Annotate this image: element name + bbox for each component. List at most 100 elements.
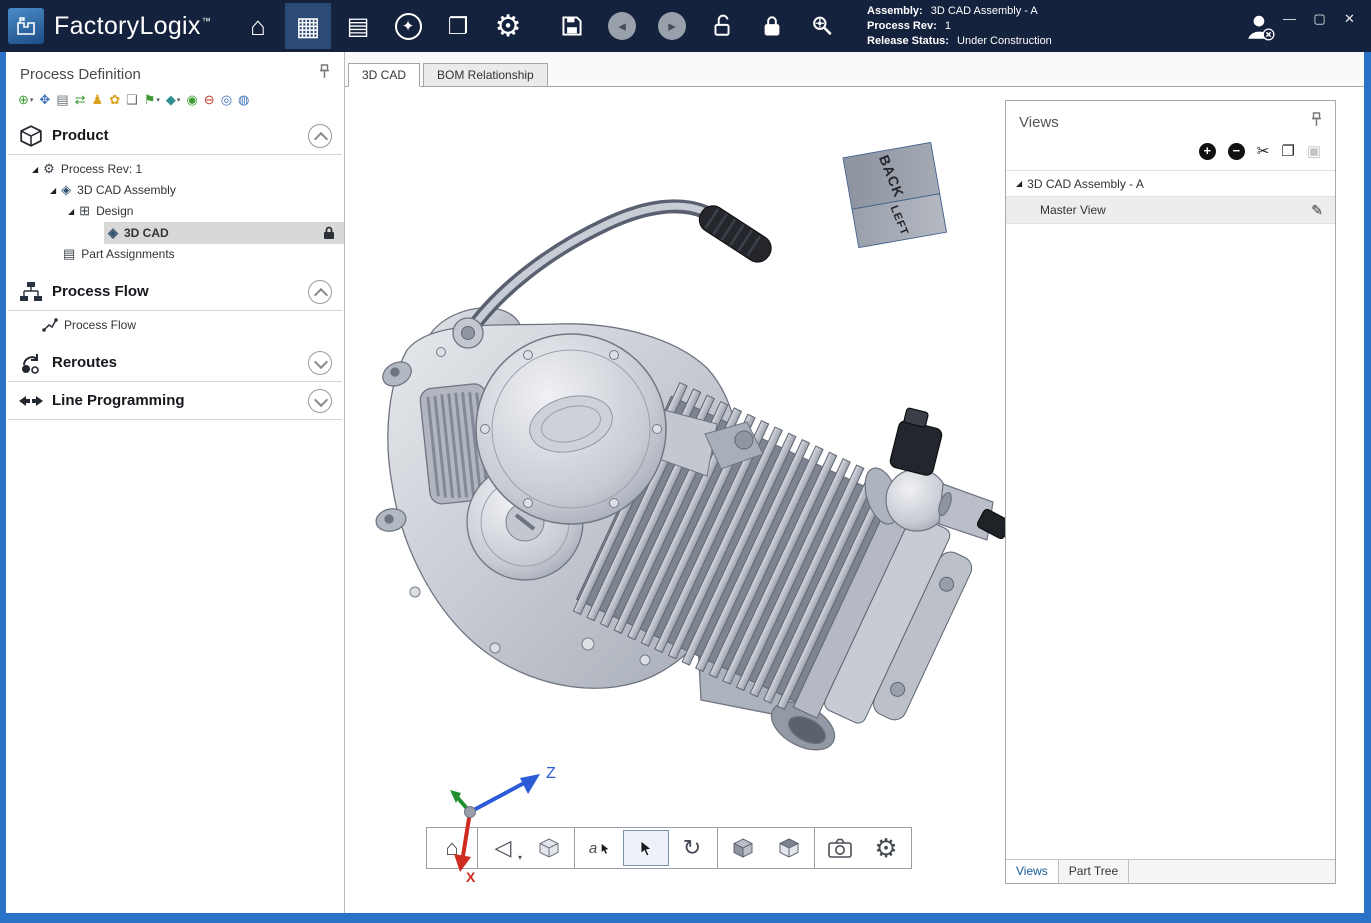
view-direction-button[interactable]: ◁ bbox=[480, 830, 526, 866]
tree-item-label: Process Rev: 1 bbox=[61, 162, 142, 176]
orientation-cube[interactable]: BACK LEFT bbox=[842, 142, 947, 251]
engine-clutch-cover bbox=[476, 334, 666, 524]
views-root-label: 3D CAD Assembly - A bbox=[1027, 177, 1144, 191]
status-button[interactable]: ◎ bbox=[221, 92, 232, 108]
viewer-settings-button[interactable]: ⚙ bbox=[863, 830, 909, 866]
expander-icon[interactable]: ◢ bbox=[50, 186, 56, 195]
tree-item-3d-cad[interactable]: ◈ 3D CAD bbox=[104, 222, 344, 244]
tab-3d-cad[interactable]: 3D CAD bbox=[348, 63, 420, 87]
tree-item-part-assignments[interactable]: ▤ Part Assignments bbox=[6, 244, 344, 265]
section-process-flow[interactable]: Process Flow bbox=[6, 273, 344, 310]
audit-search-button[interactable] bbox=[799, 3, 845, 49]
process-definition-button[interactable]: ▦ bbox=[285, 3, 331, 49]
home-button[interactable]: ⌂ bbox=[235, 3, 281, 49]
lock-button[interactable] bbox=[749, 3, 795, 49]
product-cube-icon bbox=[18, 124, 44, 148]
navigation-button[interactable]: ✦ bbox=[385, 3, 431, 49]
print-button[interactable]: ▤ bbox=[56, 92, 68, 108]
publish-button[interactable]: ◉ bbox=[186, 92, 197, 108]
minimize-button[interactable]: — bbox=[1282, 11, 1297, 27]
part-assignments-icon: ▤ bbox=[63, 246, 75, 262]
section-line-programming[interactable]: Line Programming bbox=[6, 382, 344, 419]
expander-icon[interactable]: ◢ bbox=[68, 207, 74, 216]
flow-icon bbox=[42, 317, 58, 333]
copy-documents-button[interactable]: ❐ bbox=[435, 3, 481, 49]
viewport-toolbar: ⌂ ◁ a ↻ bbox=[427, 827, 912, 869]
annotate-select-button[interactable]: a bbox=[577, 830, 623, 866]
release-status-label: Release Status: bbox=[867, 35, 949, 47]
tree-item-process-rev[interactable]: ◢ ⚙ Process Rev: 1 bbox=[6, 159, 344, 180]
save-button[interactable] bbox=[549, 3, 595, 49]
master-view-label: Master View bbox=[1040, 203, 1106, 217]
component-button[interactable]: ❑ bbox=[126, 92, 138, 108]
section-view-button[interactable] bbox=[766, 830, 812, 866]
expander-icon[interactable]: ◢ bbox=[32, 165, 38, 174]
lock-icon bbox=[323, 226, 335, 240]
collapse-process-flow-button[interactable] bbox=[308, 280, 332, 304]
section-product[interactable]: Product bbox=[6, 117, 344, 154]
model-button[interactable]: ◆ bbox=[166, 92, 181, 109]
close-button[interactable]: ✕ bbox=[1342, 11, 1357, 27]
paste-view-button[interactable]: ▣ bbox=[1307, 142, 1321, 160]
cut-view-button[interactable]: ✂ bbox=[1257, 142, 1270, 160]
design-icon: ⊞ bbox=[79, 203, 90, 219]
link-button[interactable]: ✥ bbox=[39, 92, 50, 108]
remove-view-button[interactable]: − bbox=[1228, 143, 1245, 160]
section-reroutes[interactable]: Reroutes bbox=[6, 344, 344, 381]
views-tree-root[interactable]: ◢ 3D CAD Assembly - A bbox=[1006, 170, 1335, 197]
tree-item-design[interactable]: ◢ ⊞ Design bbox=[6, 201, 344, 222]
flag-button[interactable]: ⚑ bbox=[144, 92, 160, 109]
tab-views[interactable]: Views bbox=[1006, 860, 1059, 883]
sync-button[interactable]: ⇄ bbox=[75, 92, 86, 108]
add-view-button[interactable]: + bbox=[1199, 143, 1216, 160]
tree-item-label: 3D CAD Assembly bbox=[77, 183, 176, 197]
remove-button[interactable]: ⊖ bbox=[204, 92, 215, 108]
magnifier-gear-icon bbox=[810, 14, 834, 38]
history-button[interactable]: ◍ bbox=[238, 92, 249, 108]
forward-button[interactable]: ▸ bbox=[649, 3, 695, 49]
work-instructions-button[interactable]: ▤ bbox=[335, 3, 381, 49]
template-button[interactable]: ✿ bbox=[109, 92, 120, 108]
view-home-button[interactable]: ⌂ bbox=[429, 830, 475, 866]
toolbar-group-model bbox=[717, 827, 815, 869]
orbit-tool-button[interactable]: ↻ bbox=[669, 830, 715, 866]
pin-icon[interactable] bbox=[319, 64, 330, 84]
toolbar-group-display: ◁ bbox=[477, 827, 575, 869]
unlock-button[interactable] bbox=[699, 3, 745, 49]
pin-icon[interactable] bbox=[1311, 112, 1322, 132]
operator-button[interactable]: ♟ bbox=[92, 92, 104, 108]
maximize-button[interactable]: ▢ bbox=[1312, 11, 1327, 27]
section-line-programming-label: Line Programming bbox=[52, 392, 185, 409]
expand-line-programming-button[interactable] bbox=[308, 389, 332, 413]
line-programming-icon bbox=[18, 392, 44, 410]
tree-item-3d-cad-assembly[interactable]: ◢ ◈ 3D CAD Assembly bbox=[6, 180, 344, 201]
tab-bom-relationship[interactable]: BOM Relationship bbox=[423, 63, 548, 87]
window-controls: — ▢ ✕ bbox=[1282, 11, 1357, 27]
sidebar-header: Process Definition bbox=[6, 52, 344, 88]
isometric-view-button[interactable] bbox=[720, 830, 766, 866]
select-tool-button[interactable] bbox=[623, 830, 669, 866]
settings-button[interactable]: ⚙ bbox=[485, 3, 531, 49]
process-definition-panel: Process Definition ⊕ ✥ ▤ ⇄ ♟ ✿ ❑ ⚑ ◆ ◉ ⊖… bbox=[6, 52, 345, 913]
collapse-product-button[interactable] bbox=[308, 124, 332, 148]
app-title: FactoryLogix™ bbox=[54, 12, 211, 41]
section-process-flow-label: Process Flow bbox=[52, 283, 149, 300]
tree-item-process-flow[interactable]: Process Flow bbox=[6, 315, 344, 336]
expander-icon[interactable]: ◢ bbox=[1016, 179, 1022, 188]
views-panel-header: Views bbox=[1006, 101, 1335, 136]
process-flow-tree: Process Flow bbox=[6, 311, 344, 344]
assembly-info: Assembly: 3D CAD Assembly - A Process Re… bbox=[867, 4, 1052, 49]
snapshot-button[interactable] bbox=[817, 830, 863, 866]
expand-reroutes-button[interactable] bbox=[308, 351, 332, 375]
add-item-button[interactable]: ⊕ bbox=[18, 92, 33, 109]
back-button[interactable]: ◂ bbox=[599, 3, 645, 49]
views-tree-master-view[interactable]: Master View ✎ bbox=[1006, 197, 1335, 224]
assembly-label: Assembly: bbox=[867, 5, 923, 17]
edit-view-button[interactable]: ✎ bbox=[1311, 202, 1323, 219]
views-toolbar: + − ✂ ❐ ▣ bbox=[1006, 136, 1335, 170]
section-product-label: Product bbox=[52, 127, 109, 144]
copy-view-button[interactable]: ❐ bbox=[1281, 142, 1294, 160]
tab-part-tree[interactable]: Part Tree bbox=[1059, 860, 1129, 883]
shaded-view-button[interactable] bbox=[526, 830, 572, 866]
user-disconnect-button[interactable] bbox=[1239, 6, 1281, 48]
